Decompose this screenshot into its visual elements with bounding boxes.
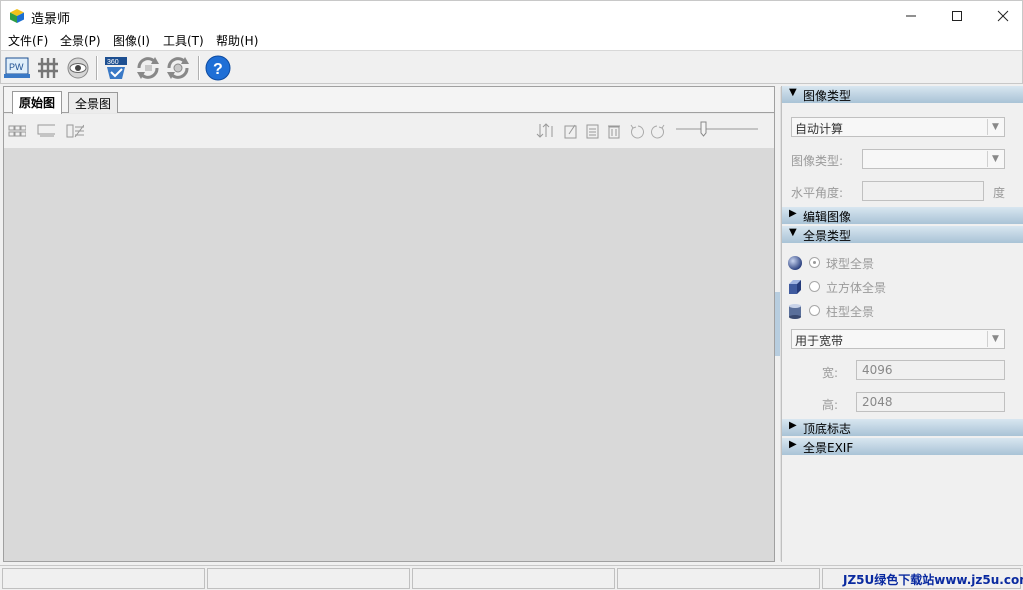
image-type-select[interactable]: ▼ (862, 149, 1005, 169)
edit-icon (564, 124, 577, 139)
section-top-bottom-logo[interactable]: ▶ 顶底标志 (782, 419, 1023, 436)
document-icon (586, 124, 599, 139)
horizontal-angle-input[interactable] (862, 181, 984, 201)
thumbnail-view-button[interactable] (8, 122, 26, 140)
radio-button[interactable] (809, 281, 820, 292)
status-cell (207, 568, 410, 589)
document-button[interactable] (584, 122, 602, 140)
window-title: 造景师 (31, 12, 71, 27)
expanded-arrow-icon: ▼ (789, 87, 797, 98)
chevron-down-icon: ▼ (987, 151, 1003, 167)
help-icon: ? (205, 55, 231, 81)
properties-panel: ▼ 图像类型 自动计算 ▼ 图像类型: ▼ 水平角度: 度 ▶ 编辑图像 ▼ 全… (781, 86, 1023, 562)
stitch-grid-button[interactable] (34, 54, 62, 82)
menu-tools[interactable]: 工具(T) (163, 32, 204, 49)
menu-bar: 文件(F) 全景(P) 图像(I) 工具(T) 帮助(H) (0, 30, 1023, 50)
tab-original-image[interactable]: 原始图 (12, 91, 63, 114)
section-panorama-type[interactable]: ▼ 全景类型 (782, 226, 1023, 243)
pw-icon: PW (4, 57, 30, 78)
maximize-button[interactable] (934, 1, 980, 31)
splitter-handle[interactable] (775, 292, 780, 356)
cylinder-icon (789, 304, 801, 319)
pw-button[interactable]: PW (3, 54, 31, 82)
sphere-icon (788, 256, 802, 270)
radio-button[interactable] (809, 257, 820, 268)
image-canvas[interactable] (4, 148, 774, 561)
toolbar-separator (96, 56, 98, 80)
menu-file[interactable]: 文件(F) (8, 32, 48, 49)
angle-unit-label: 度 (993, 186, 1006, 200)
title-bar: 造景师 (0, 0, 1023, 30)
zoom-slider[interactable] (676, 121, 760, 137)
svg-text:360: 360 (107, 59, 119, 66)
sync-icon (137, 57, 159, 79)
cube-icon (789, 280, 801, 294)
svg-text:?: ? (213, 61, 223, 78)
sort-icon (536, 123, 553, 138)
large-view-icon (37, 124, 55, 137)
status-cell (617, 568, 820, 589)
image-type-label: 图像类型: (791, 154, 844, 168)
status-cell (412, 568, 615, 589)
section-panorama-exif[interactable]: ▶ 全景EXIF (782, 438, 1023, 455)
collapsed-arrow-icon: ▶ (789, 439, 797, 450)
app-logo-icon (10, 9, 24, 23)
minimize-icon (906, 15, 916, 17)
thumbnail-view-icon (8, 125, 26, 137)
width-label: 宽: (822, 366, 839, 380)
list-view-icon (66, 124, 84, 138)
minimize-button[interactable] (888, 1, 934, 31)
close-icon (997, 10, 1009, 22)
sync-button[interactable] (134, 54, 162, 82)
height-input[interactable]: 2048 (856, 392, 1005, 412)
watermark-text: JZ5U绿色下载站www.jz5u.com (843, 573, 1023, 587)
settings-sync-button[interactable] (164, 54, 192, 82)
edit-image-button[interactable] (562, 122, 580, 140)
image-subtoolbar (4, 114, 774, 148)
rotate-left-icon (630, 124, 644, 139)
large-view-button[interactable] (37, 122, 55, 140)
horizontal-angle-label: 水平角度: (791, 186, 844, 200)
section-image-type[interactable]: ▼ 图像类型 (782, 86, 1023, 103)
status-cell (2, 568, 205, 589)
image-panel: 原始图 全景图 (3, 86, 781, 562)
grid-icon (38, 58, 58, 78)
menu-help[interactable]: 帮助(H) (216, 32, 258, 49)
usage-select[interactable]: 用于宽带 ▼ (791, 329, 1005, 349)
rotate-right-button[interactable] (649, 122, 667, 140)
toolbar-separator (198, 56, 200, 80)
chevron-down-icon: ▼ (987, 331, 1003, 347)
width-input[interactable]: 4096 (856, 360, 1005, 380)
maximize-icon (952, 11, 962, 21)
height-label: 高: (822, 398, 839, 412)
trash-icon (608, 125, 620, 139)
help-button[interactable]: ? (204, 54, 232, 82)
main-toolbar: PW 360 ? (0, 50, 1023, 84)
section-edit-image[interactable]: ▶ 编辑图像 (782, 207, 1023, 224)
menu-image[interactable]: 图像(I) (113, 32, 150, 49)
close-button[interactable] (980, 1, 1023, 31)
vr360-button[interactable]: 360 (102, 54, 130, 82)
preview-button[interactable] (64, 54, 92, 82)
radio-button[interactable] (809, 305, 820, 316)
chevron-down-icon: ▼ (987, 119, 1003, 135)
rotate-right-icon (651, 124, 665, 139)
rotate-left-button[interactable] (628, 122, 646, 140)
tab-strip: 原始图 全景图 (4, 87, 774, 114)
menu-panorama[interactable]: 全景(P) (60, 32, 101, 49)
eye-icon (67, 57, 89, 79)
collapsed-arrow-icon: ▶ (789, 208, 797, 219)
list-view-button[interactable] (66, 122, 84, 140)
status-bar: JZ5U绿色下载站www.jz5u.com (0, 565, 1023, 590)
delete-button[interactable] (605, 122, 623, 140)
collapsed-arrow-icon: ▶ (789, 420, 797, 431)
tab-panorama-image[interactable]: 全景图 (68, 92, 119, 113)
vr360-icon: 360 (105, 57, 127, 79)
settings-sync-icon (167, 57, 189, 79)
image-mode-select[interactable]: 自动计算 ▼ (791, 117, 1005, 137)
svg-text:PW: PW (9, 62, 24, 72)
expanded-arrow-icon: ▼ (789, 227, 797, 238)
sort-button[interactable] (536, 122, 554, 140)
